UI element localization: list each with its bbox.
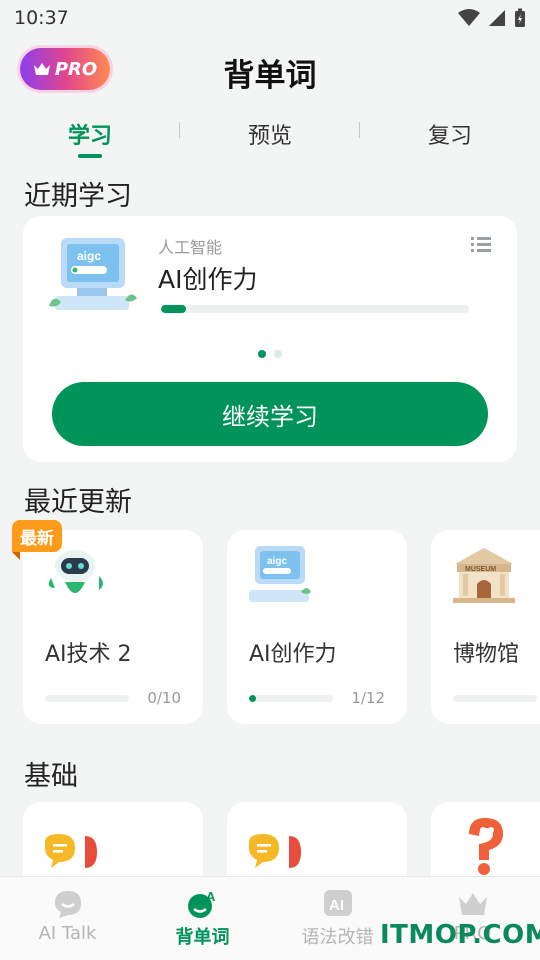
continue-study-button[interactable]: 继续学习 xyxy=(52,382,488,446)
svg-text:MUSEUM: MUSEUM xyxy=(465,566,496,573)
update-card[interactable]: AI技术 2 0/10 xyxy=(23,530,203,724)
status-bar: 10:37 xyxy=(0,0,540,36)
course-category: 人工智能 xyxy=(158,238,223,257)
chat-icon xyxy=(54,891,81,918)
basics-card[interactable] xyxy=(227,802,407,882)
tab-bar: 学习 预览 复习 xyxy=(0,110,540,160)
tab-review[interactable]: 复习 xyxy=(360,110,540,160)
battery-icon xyxy=(515,8,525,27)
new-badge-tail xyxy=(12,552,20,560)
update-card-name: 博物馆 xyxy=(453,642,520,667)
svg-text:AI: AI xyxy=(329,897,344,914)
tab-preview[interactable]: 预览 xyxy=(180,110,360,160)
question-mark-illustration xyxy=(469,818,503,875)
robot-illustration xyxy=(48,550,103,593)
update-card-progress xyxy=(453,695,537,702)
nav-label: 语法改错 xyxy=(301,927,374,948)
carousel-dot[interactable] xyxy=(274,350,282,358)
nav-label: 背单词 xyxy=(175,927,230,948)
page-title: 背单词 xyxy=(223,58,317,94)
vocab-icon: A xyxy=(187,889,216,918)
ai-grammar-icon: AI xyxy=(323,890,352,916)
svg-text:A: A xyxy=(206,889,216,904)
wifi-icon xyxy=(458,9,480,26)
status-icons xyxy=(458,8,526,28)
update-card-count: 0/10 xyxy=(147,689,181,707)
section-title-basics: 基础 xyxy=(24,761,78,792)
update-card-name: AI创作力 xyxy=(249,642,337,667)
updates-carousel[interactable]: AI技术 2 0/10 aigc AI创作力 1/12 MUSEUM 博物馆 xyxy=(23,530,540,730)
list-icon[interactable] xyxy=(471,236,491,252)
basics-carousel[interactable] xyxy=(23,802,540,882)
nav-ai-talk[interactable]: AI Talk xyxy=(0,877,135,960)
update-card[interactable]: aigc AI创作力 1/12 xyxy=(227,530,407,724)
chat-bubble-flag-illustration xyxy=(45,834,97,868)
svg-text:aigc: aigc xyxy=(267,556,287,567)
new-badge: 最新 xyxy=(12,520,62,552)
svg-text:aigc: aigc xyxy=(77,249,101,263)
update-card-progress-fill xyxy=(249,695,256,702)
basics-card[interactable] xyxy=(23,802,203,882)
museum-illustration: MUSEUM xyxy=(453,548,515,603)
update-card-count: 1/12 xyxy=(351,689,385,707)
course-progress-bar xyxy=(161,305,469,313)
course-progress-fill xyxy=(161,305,186,313)
basics-card[interactable] xyxy=(431,802,540,882)
watermark: ITMOP.COM xyxy=(380,920,540,950)
recent-course-card[interactable]: aigc 人工智能 AI创作力 继续学习 xyxy=(23,216,517,462)
nav-label: AI Talk xyxy=(38,923,97,944)
chat-bubble-flag-illustration xyxy=(249,834,301,868)
update-card-progress xyxy=(249,695,333,702)
signal-icon xyxy=(489,10,505,26)
nav-vocabulary[interactable]: A 背单词 xyxy=(135,877,270,960)
computer-illustration: aigc xyxy=(49,238,137,310)
tab-divider xyxy=(179,122,180,138)
status-time: 10:37 xyxy=(14,7,69,29)
tab-divider xyxy=(359,122,360,138)
update-card-progress xyxy=(45,695,129,702)
crown-icon xyxy=(458,893,487,915)
update-card-name: AI技术 2 xyxy=(45,642,132,667)
carousel-dot-active[interactable] xyxy=(258,350,266,358)
course-name: AI创作力 xyxy=(158,265,258,294)
carousel-dots xyxy=(23,350,517,358)
header: PRO 背单词 xyxy=(0,42,540,98)
section-title-recent: 近期学习 xyxy=(24,181,132,212)
tab-study[interactable]: 学习 xyxy=(0,110,180,160)
update-card[interactable]: MUSEUM 博物馆 xyxy=(431,530,540,724)
section-title-updates: 最近更新 xyxy=(24,487,132,518)
computer-illustration: aigc xyxy=(249,546,311,602)
